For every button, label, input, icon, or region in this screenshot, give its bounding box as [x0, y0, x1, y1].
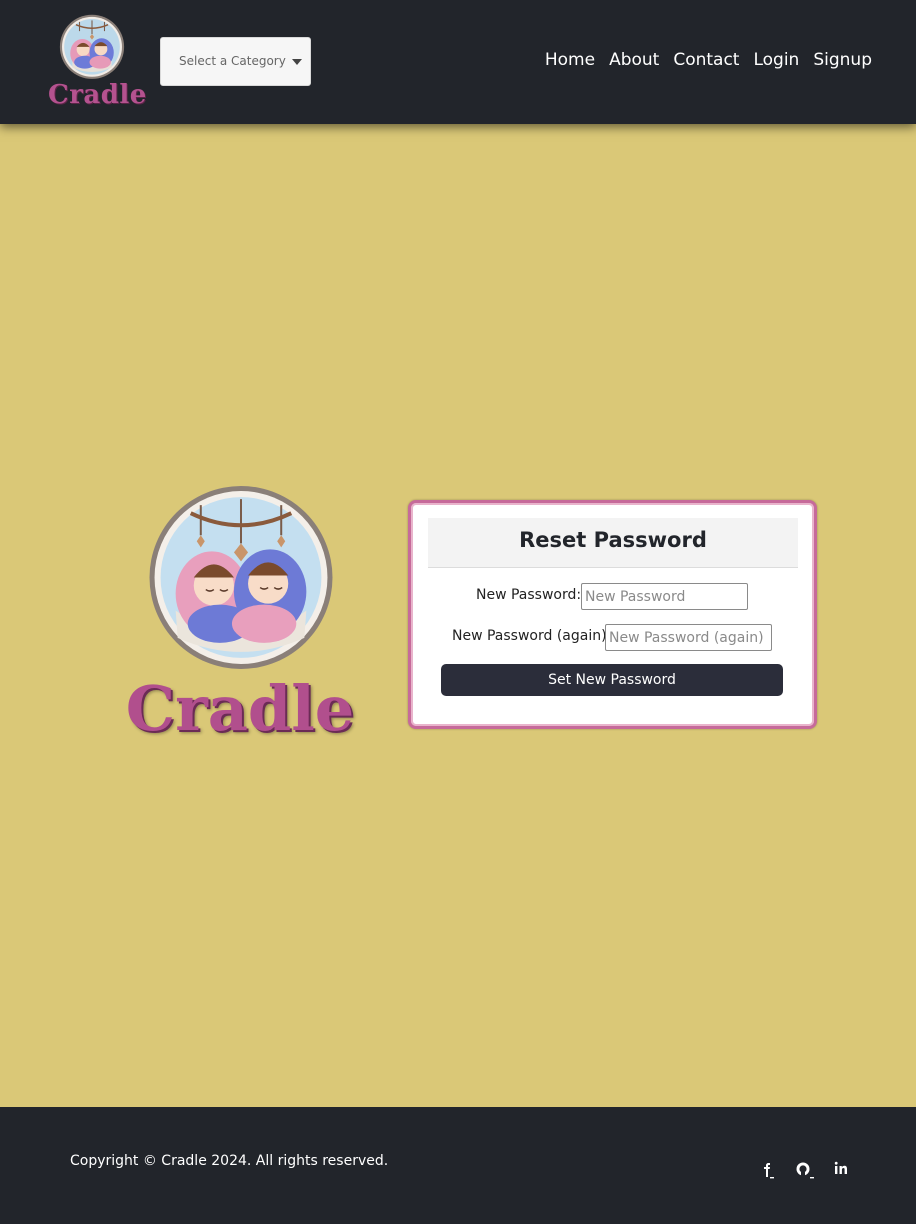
- new-password-row: New Password:: [411, 583, 811, 610]
- new-password-again-row: New Password (again):: [411, 624, 811, 651]
- set-new-password-button[interactable]: Set New Password: [441, 664, 783, 696]
- new-password-again-field[interactable]: [605, 624, 772, 651]
- card-header: Reset Password: [428, 518, 798, 568]
- brand-wordmark: Cradle: [48, 80, 147, 110]
- copyright-text: Copyright © Cradle 2024. All rights rese…: [70, 1153, 389, 1169]
- facebook-icon[interactable]: [757, 1159, 779, 1181]
- category-select[interactable]: Select a Category: [160, 37, 311, 86]
- github-icon[interactable]: [794, 1159, 816, 1181]
- linkedin-icon[interactable]: [833, 1159, 855, 1181]
- category-select-value: Select a Category: [179, 54, 286, 68]
- nav-login[interactable]: Login: [753, 50, 799, 70]
- nav-signup[interactable]: Signup: [813, 50, 872, 70]
- page-title: Reset Password: [519, 528, 707, 552]
- new-password-label: New Password:: [476, 587, 582, 603]
- site-footer: Copyright © Cradle 2024. All rights rese…: [0, 1107, 916, 1224]
- main-nav: Home About Contact Login Signup: [531, 50, 872, 70]
- brand-logo-link[interactable]: Cradle: [48, 14, 147, 110]
- nav-about[interactable]: About: [609, 50, 659, 70]
- nav-home[interactable]: Home: [545, 50, 595, 70]
- cradle-emblem-icon: [59, 14, 125, 79]
- cradle-emblem-icon: [149, 486, 333, 669]
- new-password-again-label: New Password (again):: [452, 628, 612, 644]
- site-header: Cradle Select a Category Home About Cont…: [0, 0, 916, 124]
- reset-password-card: Reset Password New Password: New Passwor…: [408, 500, 817, 729]
- chevron-down-icon: [292, 59, 302, 65]
- hero-wordmark: Cradle: [125, 672, 355, 745]
- new-password-field[interactable]: [581, 583, 748, 610]
- nav-contact[interactable]: Contact: [673, 50, 739, 70]
